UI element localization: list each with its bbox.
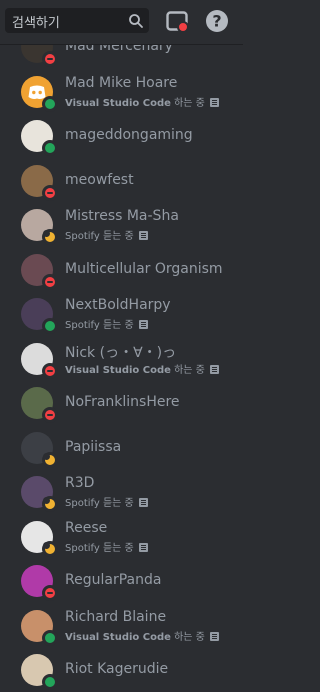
rich-presence-icon [138,231,148,240]
avatar[interactable] [21,387,58,423]
avatar[interactable] [21,476,58,512]
member-activity: Visual Studio Code 하는 중 [65,628,219,643]
member-activity: Visual Studio Code 하는 중 [65,94,219,109]
avatar[interactable] [21,609,58,646]
activity-suffix: 하는 중 [170,97,205,109]
inbox-icon[interactable] [166,10,188,32]
member-activity: Spotify 듣는 중 [65,227,148,242]
member-name: NoFranklinsHere [65,394,180,410]
activity-app-name: Visual Studio Code [65,364,171,376]
avatar[interactable] [21,75,58,112]
activity-text: Spotify 듣는 중 [65,542,134,554]
avatar[interactable] [21,253,58,290]
avatar[interactable] [21,120,58,156]
rich-presence-icon [138,498,148,507]
activity-app-name: Visual Studio Code [65,631,171,643]
status-dnd-icon [42,407,58,423]
status-online-icon [42,140,58,156]
member-name: NextBoldHarpy [65,297,171,313]
member-name: Mad Mike Hoare [65,74,178,91]
member-row[interactable]: mageddongaming [0,114,243,158]
activity-app-name: Visual Studio Code [65,97,171,109]
status-dnd-icon [42,51,58,67]
search-placeholder: 검색하기 [12,16,60,31]
member-row[interactable]: NextBoldHarpy Spotify 듣는 중 [0,292,243,336]
avatar[interactable] [21,431,58,468]
member-name: Reese [65,519,108,536]
member-row[interactable]: NoFranklinsHere [0,381,243,425]
status-online-icon [42,629,58,646]
member-name: meowfest [65,171,134,188]
status-dnd-icon [42,273,58,290]
member-row[interactable]: Multicellular Organism [0,248,243,292]
member-row[interactable]: Papiissa [0,426,243,470]
member-row[interactable]: R3D Spotify 듣는 중 [0,470,243,514]
status-idle-icon [42,451,58,468]
member-row[interactable]: Nick (っ・∀・)っ Visual Studio Code 하는 중 [0,337,243,381]
member-name: Riot Kagerudie [65,661,169,677]
avatar[interactable] [21,654,58,690]
activity-suffix: 하는 중 [170,631,205,643]
member-name: Mistress Ma-Sha [65,208,179,224]
member-row[interactable]: RegularPanda [0,559,243,603]
member-activity: Spotify 듣는 중 [65,316,148,331]
member-activity: Visual Studio Code 하는 중 [65,361,219,376]
status-dnd-icon [42,184,58,201]
activity-text: Spotify 듣는 중 [65,320,134,331]
member-name: Multicellular Organism [65,260,223,277]
member-row[interactable]: Richard Blaine Visual Studio Code 하는 중 [0,604,243,648]
activity-text: Spotify 듣는 중 [65,498,134,509]
member-row[interactable]: Reese Spotify 듣는 중 [0,515,243,559]
status-online-icon [42,95,58,112]
activity-suffix: 하는 중 [170,364,205,376]
help-icon[interactable]: ? [205,9,229,33]
avatar[interactable] [21,164,58,201]
member-name: Nick (っ・∀・)っ [65,344,177,361]
member-name: Papiissa [65,438,122,455]
member-row[interactable]: Mistress Ma-Sha Spotify 듣는 중 [0,203,243,247]
status-online-icon [42,318,58,334]
status-idle-icon [42,496,58,512]
rich-presence-icon [138,542,148,552]
status-dnd-icon [42,585,58,601]
member-name: mageddongaming [65,127,193,143]
search-icon [129,14,143,28]
member-row[interactable]: Mad Mike Hoare Visual Studio Code 하는 중 [0,70,243,114]
status-online-icon [42,674,58,690]
search-input[interactable]: 검색하기 [5,8,149,33]
status-dnd-icon [42,362,58,379]
member-name: Richard Blaine [65,608,167,625]
status-idle-icon [42,540,58,557]
avatar[interactable] [21,520,58,557]
member-name: RegularPanda [65,572,162,588]
top-bar: 검색하기 ? [0,0,243,45]
avatar[interactable] [21,209,58,245]
svg-text:?: ? [212,12,221,31]
rich-presence-icon [209,97,219,107]
avatar[interactable] [21,342,58,379]
member-name: R3D [65,475,95,491]
rich-presence-icon [138,320,148,329]
member-row[interactable]: meowfest [0,159,243,203]
avatar[interactable] [21,565,58,601]
status-idle-icon [42,229,58,245]
rich-presence-icon [209,631,219,641]
avatar[interactable] [21,298,58,334]
rich-presence-icon [209,364,219,374]
member-activity: Spotify 듣는 중 [65,494,148,509]
member-activity: Spotify 듣는 중 [65,539,148,554]
activity-text: Spotify 듣는 중 [65,231,134,242]
member-row[interactable]: Riot Kagerudie [0,648,243,692]
